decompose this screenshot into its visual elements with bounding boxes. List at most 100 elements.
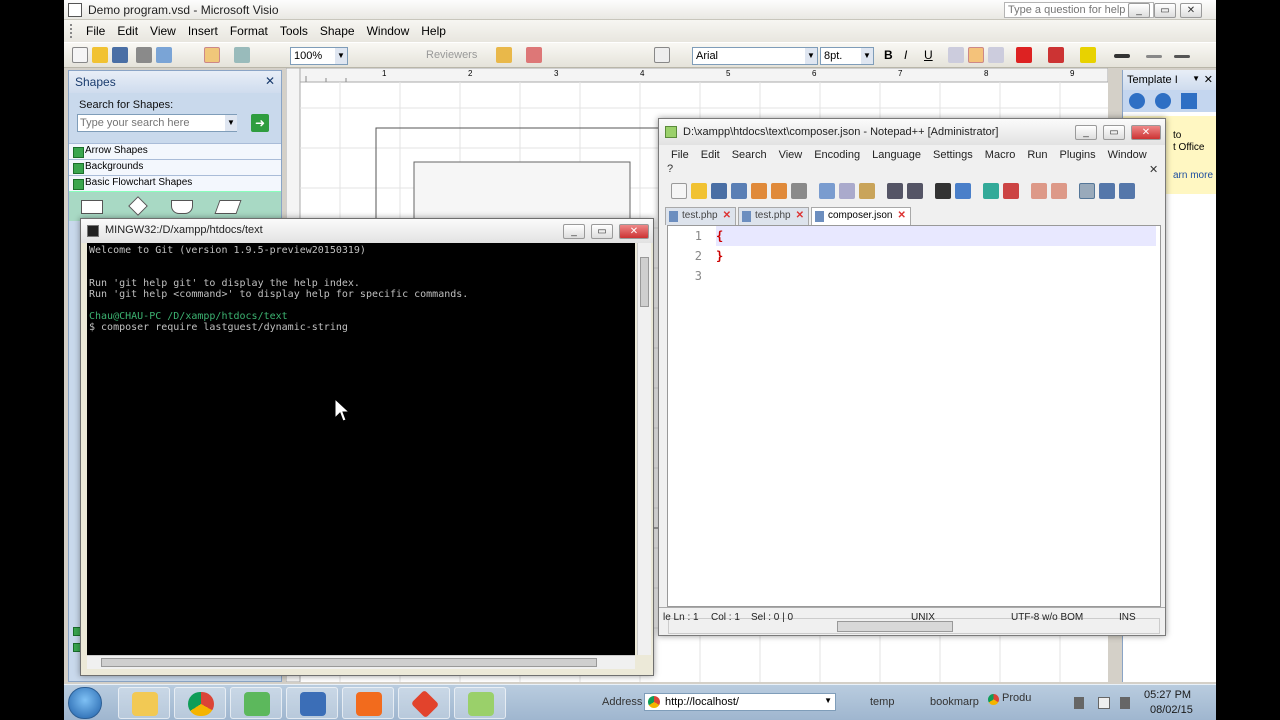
close-tab-icon[interactable]: ✕ — [897, 210, 905, 221]
task-pane-icon[interactable] — [654, 47, 670, 63]
document-shape-icon[interactable] — [171, 200, 193, 214]
terminal-vertical-scrollbar[interactable] — [637, 243, 651, 655]
chevron-down-icon[interactable]: ▼ — [824, 696, 832, 705]
zoom-out-icon[interactable] — [1003, 183, 1019, 199]
npp-menu-encoding[interactable]: Encoding — [814, 149, 860, 161]
npp-menu-window[interactable]: Window — [1108, 149, 1147, 161]
taskbar-app-green[interactable] — [230, 687, 282, 719]
npp-menu-language[interactable]: Language — [872, 149, 921, 161]
close-tab-icon[interactable]: ✕ — [723, 210, 731, 221]
git-minimize-button[interactable]: _ — [563, 224, 585, 239]
address-bar[interactable]: http://localhost/ ▼ — [644, 693, 836, 711]
format-painter-icon[interactable] — [526, 47, 542, 63]
open-file-icon[interactable] — [691, 183, 707, 199]
stencil-item[interactable]: Arrow Shapes — [69, 143, 281, 159]
font-color-icon[interactable] — [1016, 47, 1032, 63]
toolbar-bookmarks[interactable]: bookmarp — [930, 696, 979, 708]
align-center-icon[interactable] — [968, 47, 984, 63]
home-icon[interactable] — [1181, 93, 1197, 109]
zoom-select[interactable]: 100% ▼ — [290, 47, 348, 65]
italic-button[interactable]: I — [904, 48, 907, 62]
save-all-icon[interactable] — [731, 183, 747, 199]
stencil-item[interactable]: Backgrounds — [69, 159, 281, 175]
shape-search-input[interactable] — [77, 114, 237, 132]
taskbar-notepadpp[interactable] — [454, 687, 506, 719]
npp-close-button[interactable]: ✕ — [1131, 125, 1161, 140]
npp-menu-plugins[interactable]: Plugins — [1060, 149, 1096, 161]
learn-more-link[interactable]: arn more — [1173, 170, 1213, 181]
undo-icon[interactable] — [887, 183, 903, 199]
network-icon[interactable] — [1074, 697, 1084, 709]
taskbar-visio[interactable] — [286, 687, 338, 719]
find-icon[interactable] — [935, 183, 951, 199]
font-size-select[interactable]: 8pt. ▼ — [820, 47, 874, 65]
git-close-button[interactable]: ✕ — [619, 224, 649, 239]
stencil-item[interactable]: Basic Flowchart Shapes — [69, 175, 281, 191]
file-tab[interactable]: test.php ✕ — [665, 207, 736, 225]
file-tab[interactable]: test.php ✕ — [737, 207, 809, 225]
code-line[interactable]: { — [716, 226, 1156, 246]
clock-time[interactable]: 05:27 PM — [1144, 689, 1191, 701]
scroll-thumb[interactable] — [640, 257, 649, 307]
save-icon[interactable] — [112, 47, 128, 63]
clock-date[interactable]: 08/02/15 — [1150, 704, 1193, 716]
search-go-button[interactable]: ➜ — [251, 114, 269, 132]
preview-icon[interactable] — [156, 47, 172, 63]
npp-menu-macro[interactable]: Macro — [985, 149, 1016, 161]
paste-icon[interactable] — [859, 183, 875, 199]
close-document-icon[interactable]: ✕ — [1149, 163, 1158, 176]
rectangle-shape-icon[interactable] — [81, 200, 103, 214]
git-maximize-button[interactable]: ▭ — [591, 224, 613, 239]
toolbar-products[interactable]: Produ — [1002, 692, 1031, 704]
sync-h-icon[interactable] — [1051, 183, 1067, 199]
save-icon[interactable] — [711, 183, 727, 199]
menu-file[interactable]: File — [86, 24, 105, 38]
sync-scroll-icon[interactable] — [1031, 183, 1047, 199]
taskbar-explorer[interactable] — [118, 687, 170, 719]
close-icon[interactable]: ✕ — [265, 74, 275, 88]
volume-icon[interactable] — [1120, 697, 1130, 709]
reviewers-button[interactable]: Reviewers — [426, 49, 477, 61]
forward-icon[interactable] — [1155, 93, 1171, 109]
connector-icon[interactable] — [234, 47, 250, 63]
npp-menu-search[interactable]: Search — [732, 149, 767, 161]
fill-color-icon[interactable] — [1080, 47, 1096, 63]
terminal-output[interactable]: Welcome to Git (version 1.9.5-preview201… — [87, 243, 635, 655]
npp-menu-run[interactable]: Run — [1027, 149, 1047, 161]
menu-tools[interactable]: Tools — [280, 24, 308, 38]
code-line[interactable]: } — [716, 246, 1156, 266]
file-tab[interactable]: composer.json ✕ — [810, 207, 911, 225]
code-content[interactable]: {} — [716, 226, 1156, 286]
start-button[interactable] — [68, 687, 102, 719]
new-file-icon[interactable] — [671, 183, 687, 199]
zoom-in-icon[interactable] — [983, 183, 999, 199]
print-icon[interactable] — [136, 47, 152, 63]
line-weight-icon[interactable] — [1114, 54, 1130, 58]
diamond-shape-icon[interactable] — [128, 196, 148, 216]
cut-icon[interactable] — [819, 183, 835, 199]
npp-menu-extra[interactable]: ? — [667, 163, 673, 175]
terminal-horizontal-scrollbar[interactable] — [87, 655, 635, 669]
redo-icon[interactable] — [907, 183, 923, 199]
taskbar-chrome[interactable] — [174, 687, 226, 719]
npp-menu-edit[interactable]: Edit — [701, 149, 720, 161]
npp-maximize-button[interactable]: ▭ — [1103, 125, 1125, 140]
flag-icon[interactable] — [1098, 697, 1110, 709]
line-color-icon[interactable] — [1048, 47, 1064, 63]
new-icon[interactable] — [72, 47, 88, 63]
close-tab-icon[interactable]: ✕ — [796, 210, 804, 221]
word-wrap-icon[interactable] — [1079, 183, 1095, 199]
pointer-icon[interactable] — [204, 47, 220, 63]
bold-button[interactable]: B — [884, 48, 893, 62]
menu-shape[interactable]: Shape — [320, 24, 355, 38]
indent-guide-icon[interactable] — [1119, 183, 1135, 199]
visio-close-button[interactable]: ✕ — [1180, 3, 1202, 18]
close-file-icon[interactable] — [751, 183, 767, 199]
npp-menu-view[interactable]: View — [779, 149, 803, 161]
taskbar-xampp[interactable] — [342, 687, 394, 719]
toolbar-temp[interactable]: temp — [870, 696, 894, 708]
open-icon[interactable] — [92, 47, 108, 63]
visio-minimize-button[interactable]: _ — [1128, 3, 1150, 18]
replace-icon[interactable] — [955, 183, 971, 199]
print-icon[interactable] — [791, 183, 807, 199]
